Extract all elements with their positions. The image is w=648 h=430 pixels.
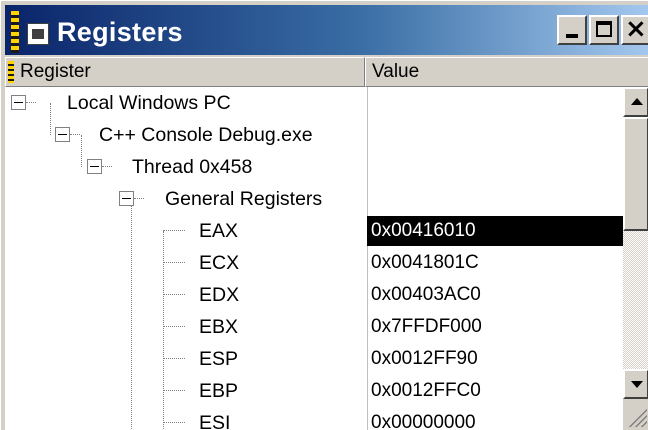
size-grip-corner[interactable]	[623, 399, 648, 430]
register-row-ecx[interactable]: ECX 0x0041801C	[5, 247, 623, 279]
scroll-down-button[interactable]	[623, 369, 648, 399]
register-value[interactable]: 0x00403AC0	[367, 280, 623, 310]
register-value[interactable]: 0x0012FFC0	[367, 376, 623, 406]
tree-node-root[interactable]: Local Windows PC	[5, 87, 623, 119]
tree-line	[163, 422, 185, 423]
register-row-esp[interactable]: ESP 0x0012FF90	[5, 343, 623, 375]
column-header-register-label: Register	[20, 61, 91, 82]
register-name: EBP	[199, 380, 239, 402]
tree-line	[134, 198, 144, 199]
size-grip-icon[interactable]	[627, 407, 647, 427]
maximize-button[interactable]	[589, 15, 619, 45]
collapse-icon[interactable]	[55, 127, 70, 142]
minimize-button[interactable]	[557, 15, 587, 45]
register-name: ESI	[199, 412, 231, 430]
register-row-esi[interactable]: ESI 0x00000000	[5, 407, 623, 430]
tree-line	[163, 294, 185, 295]
collapse-icon[interactable]	[11, 95, 26, 110]
tree-line	[102, 166, 112, 167]
register-row-edx[interactable]: EDX 0x00403AC0	[5, 279, 623, 311]
close-icon: ×	[625, 14, 647, 44]
register-value[interactable]: 0x0012FF90	[367, 344, 623, 374]
tree-line	[26, 102, 36, 103]
window-icon	[27, 23, 49, 45]
register-name: EBX	[199, 316, 239, 338]
window-title: Registers	[57, 17, 183, 47]
title-bar[interactable]: Registers ×	[5, 5, 648, 55]
tree-node-label: Local Windows PC	[67, 92, 231, 114]
register-row-ebx[interactable]: EBX 0x7FFDF000	[5, 311, 623, 343]
register-value[interactable]: 0x0041801C	[367, 248, 623, 278]
close-button[interactable]: ×	[621, 15, 648, 45]
register-name: EAX	[199, 220, 239, 242]
register-tree[interactable]: Local Windows PC C++ Console Debug.exe T…	[5, 87, 623, 430]
scroll-down-icon	[631, 381, 643, 388]
tree-line	[163, 326, 185, 327]
header-grip-icon	[8, 61, 14, 83]
tree-node-general-registers[interactable]: General Registers	[5, 183, 623, 215]
tree-line	[163, 262, 185, 263]
tree-node-label: General Registers	[165, 188, 323, 210]
tree-node-label: C++ Console Debug.exe	[99, 124, 313, 146]
register-name: EDX	[199, 284, 240, 306]
scroll-up-button[interactable]	[623, 87, 648, 117]
column-header: Register Value	[5, 57, 648, 87]
tree-line	[163, 230, 185, 231]
maximize-icon	[596, 21, 612, 37]
collapse-icon[interactable]	[119, 191, 134, 206]
tree-line	[163, 358, 185, 359]
register-name: ESP	[199, 348, 239, 370]
register-value[interactable]: 0x00416010	[367, 216, 623, 246]
scroll-thumb[interactable]	[623, 117, 648, 231]
register-value[interactable]: 0x00000000	[367, 408, 623, 430]
column-header-value[interactable]: Value	[365, 57, 648, 87]
registers-window: Registers × Register Value Local Windows…	[0, 0, 648, 430]
collapse-icon[interactable]	[87, 159, 102, 174]
tree-node-thread[interactable]: Thread 0x458	[5, 151, 623, 183]
register-row-eax[interactable]: EAX 0x00416010	[5, 215, 623, 247]
scroll-up-icon	[631, 98, 643, 105]
register-row-ebp[interactable]: EBP 0x0012FFC0	[5, 375, 623, 407]
title-grip-icon[interactable]	[11, 11, 19, 53]
tree-line	[70, 134, 80, 135]
register-name: ECX	[199, 252, 240, 274]
tree-node-label: Thread 0x458	[132, 156, 253, 178]
column-header-value-label: Value	[372, 61, 420, 82]
minimize-icon	[566, 34, 578, 38]
tree-node-process[interactable]: C++ Console Debug.exe	[5, 119, 623, 151]
tree-line	[163, 390, 185, 391]
column-header-register[interactable]: Register	[5, 57, 365, 87]
vertical-scrollbar[interactable]	[623, 87, 648, 430]
register-value[interactable]: 0x7FFDF000	[367, 312, 623, 342]
